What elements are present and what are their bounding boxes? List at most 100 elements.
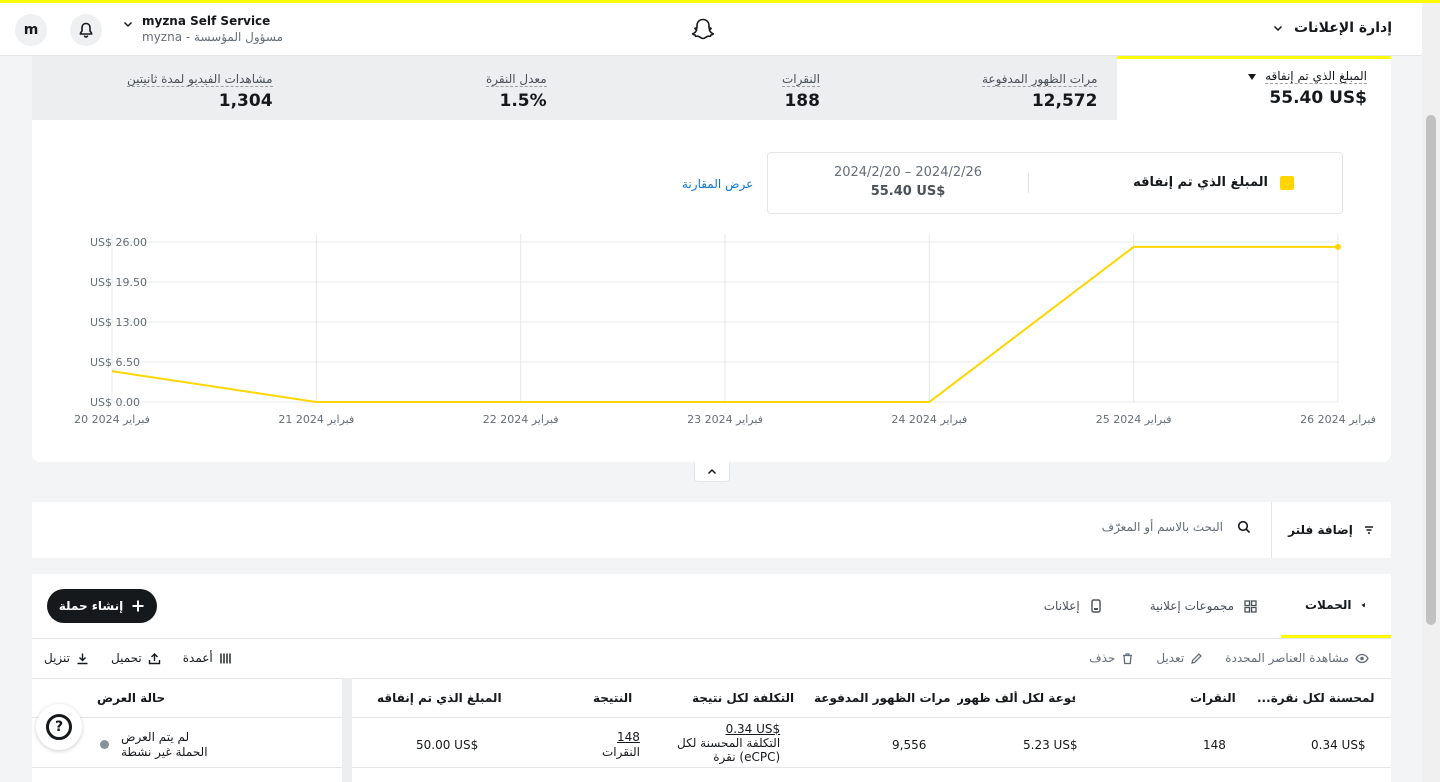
col-impressions[interactable]: مرات الظهور المدفوعة	[814, 691, 951, 705]
org-role: myzna - مسؤول المؤسسة	[142, 30, 283, 44]
col-cpm[interactable]: دفوعة لكل ألف ظهور...	[957, 691, 1075, 705]
table-row[interactable]: لم يتم العرض الحملة غير نشطة 50.00 US$ 1…	[32, 718, 1391, 768]
download-button[interactable]: تنزيل	[44, 651, 89, 665]
help-button[interactable]: ?	[36, 704, 82, 750]
chevron-down-icon	[123, 21, 133, 28]
table-toolbar-right: حذف تعديل مشاهدة العناصر المحددة	[1089, 651, 1369, 665]
x-tick-label: 24 فبراير 2024	[891, 413, 967, 426]
bell-icon	[79, 22, 93, 38]
stat-video-views[interactable]: مشاهدات الفيديو لمدة ثانيتين 1,304	[127, 68, 273, 111]
plus-icon	[132, 600, 144, 612]
cost-value[interactable]: 0.34 US$	[677, 722, 781, 736]
stat-ctr[interactable]: معدل النقرة 1.5%	[486, 68, 547, 111]
status-dot	[100, 740, 109, 749]
edit-button[interactable]: تعديل	[1156, 651, 1203, 665]
upload-label: تحميل	[111, 651, 142, 665]
stat-value: 1.5%	[499, 91, 547, 111]
upload-button[interactable]: تحميل	[111, 651, 161, 665]
cpm-cell: 5.23 US$	[1023, 738, 1078, 752]
chevron-up-icon	[707, 468, 717, 474]
ads-manager-menu[interactable]: إدارة الإعلانات	[1272, 20, 1392, 36]
table-toolbar-left: تنزيل تحميل أعمدة	[44, 651, 232, 665]
stat-value: 55.40 US$	[1269, 88, 1367, 108]
col-status[interactable]: حالة العرض	[97, 691, 165, 705]
stat-value: 1,304	[218, 91, 273, 111]
tab-campaigns[interactable]: الحملات	[1281, 574, 1391, 638]
col-cost-per-result[interactable]: التكلفة لكل نتيجة	[692, 691, 794, 705]
x-tick-label: 25 فبراير 2024	[1096, 413, 1172, 426]
search-placeholder: البحث بالاسم أو المعرّف	[1101, 520, 1223, 534]
col-spend[interactable]: المبلغ الذي تم إنفاقه	[377, 691, 502, 705]
y-tick-label: US$ 19.50	[90, 276, 147, 289]
x-tick-label: 23 فبراير 2024	[687, 413, 763, 426]
view-selected-label: مشاهدة العناصر المحددة	[1225, 651, 1349, 665]
menu-title: إدارة الإعلانات	[1294, 20, 1392, 36]
grid-icon	[1244, 599, 1257, 613]
series-end-point	[1335, 243, 1341, 250]
status-text: لم يتم العرض	[121, 730, 190, 744]
megaphone-icon	[1362, 602, 1366, 607]
col-clicks[interactable]: النقرات	[1190, 691, 1236, 705]
edit-label: تعديل	[1156, 651, 1185, 665]
tab-ads[interactable]: إعلانات	[1020, 574, 1126, 638]
entity-tabs: إعلانات مجموعات إعلانية الحملات	[1020, 574, 1391, 638]
x-tick-label: 21 فبراير 2024	[278, 413, 354, 426]
col-result[interactable]: النتيجة	[593, 691, 632, 705]
tab-label: الحملات	[1305, 597, 1352, 612]
y-tick-label: US$ 0.00	[90, 396, 140, 409]
stat-label: معدل النقرة	[486, 72, 547, 87]
filter-icon	[1364, 526, 1373, 534]
stats-bar: مشاهدات الفيديو لمدة ثانيتين 1,304 معدل …	[32, 56, 1391, 120]
notifications-button[interactable]	[70, 14, 102, 46]
collapse-chart-button[interactable]	[694, 462, 730, 482]
stat-label: مرات الظهور المدفوعة	[982, 72, 1098, 87]
create-campaign-button[interactable]: إنشاء حملة	[47, 589, 157, 623]
y-tick-label: US$ 6.50	[90, 356, 140, 369]
phone-icon	[1091, 599, 1101, 613]
stat-impressions[interactable]: مرات الظهور المدفوعة 12,572	[982, 68, 1098, 111]
result-value[interactable]: 148	[602, 730, 640, 745]
campaigns-table-card: إنشاء حملة إعلانات مجموعات إعلانية الحمل…	[32, 574, 1391, 782]
scrollbar-thumb[interactable]	[1426, 115, 1436, 625]
impressions-cell: 9,556	[892, 738, 927, 752]
tab-ad-sets[interactable]: مجموعات إعلانية	[1126, 574, 1281, 638]
col-ecpc[interactable]: ...لفة المحسنة لكل نقرة	[1257, 691, 1375, 705]
x-tick-label: 20 فبراير 2024	[74, 413, 150, 426]
cost-note-2: نقرة (eCPC)	[713, 750, 781, 764]
delete-label: حذف	[1089, 651, 1116, 665]
add-filter-label: إضافة فلتر	[1288, 523, 1353, 537]
tab-label: مجموعات إعلانية	[1149, 599, 1234, 613]
y-tick-label: US$ 13.00	[90, 316, 147, 329]
columns-button[interactable]: أعمدة	[183, 651, 232, 665]
page-scrollbar[interactable]	[1422, 3, 1440, 782]
chart-card: المبلغ الذي تم إنفاقه 2024/2/20 – 2024/2…	[32, 120, 1391, 462]
view-selected-button[interactable]: مشاهدة العناصر المحددة	[1225, 651, 1369, 665]
spend-cell: 50.00 US$	[416, 738, 479, 752]
stat-clicks[interactable]: النقرات 188	[782, 68, 820, 111]
tab-label: إعلانات	[1043, 599, 1080, 613]
spend-line-chart: US$ 0.00 US$ 6.50 US$ 13.00 US$ 19.50 US$ 26…	[74, 234, 1376, 426]
status-subtext: الحملة غير نشطة	[121, 745, 208, 759]
search-input[interactable]: البحث بالاسم أو المعرّف	[1102, 520, 1251, 534]
status-cell: لم يتم العرض الحملة غير نشطة	[121, 730, 208, 760]
frozen-column-divider[interactable]	[342, 678, 352, 782]
snapchat-ghost-icon[interactable]	[690, 17, 716, 47]
search-icon	[1237, 520, 1251, 534]
result-cell: 148 النقرات	[602, 730, 640, 760]
add-filter-button[interactable]: إضافة فلتر	[1271, 502, 1391, 558]
columns-icon	[220, 653, 231, 663]
top-header: m myzna Self Service myzna - مسؤول المؤس…	[0, 3, 1422, 56]
stat-value: 12,572	[1031, 91, 1098, 111]
avatar[interactable]: m	[15, 14, 47, 46]
eye-icon	[1355, 653, 1369, 663]
clicks-cell: 148	[1203, 738, 1226, 752]
delete-button[interactable]: حذف	[1089, 651, 1134, 665]
x-tick-label: 26 فبراير 2024	[1300, 413, 1376, 426]
org-switcher[interactable]: myzna Self Service myzna - مسؤول المؤسسة	[122, 14, 283, 44]
cost-note: التكلفة المحسنة لكل	[677, 736, 781, 750]
chevron-down-icon	[1273, 25, 1283, 32]
caret-down-icon	[1248, 73, 1257, 80]
stat-label: مشاهدات الفيديو لمدة ثانيتين	[127, 72, 273, 87]
cost-per-result-cell: 0.34 US$ التكلفة المحسنة لكل نقرة (eCPC)	[677, 722, 780, 764]
stat-spend-selected[interactable]: المبلغ الذي تم إنفاقه 55.40 US$	[1117, 56, 1391, 120]
